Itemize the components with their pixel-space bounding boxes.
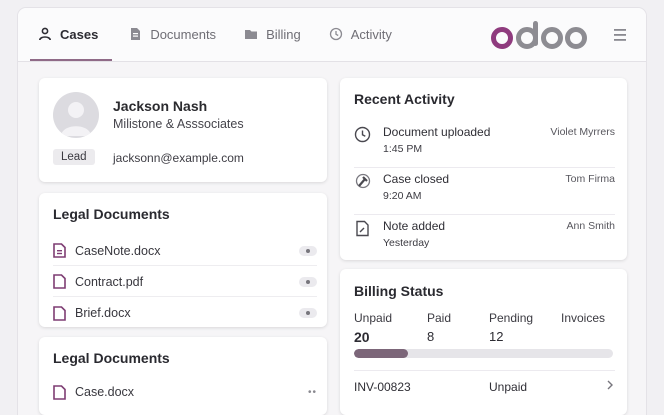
gavel-icon: [355, 173, 371, 189]
odoo-logo[interactable]: [490, 18, 590, 54]
options-toggle[interactable]: [299, 276, 317, 287]
document-icon: [53, 305, 66, 321]
tab-cases[interactable]: Cases: [18, 8, 113, 61]
billing-progress-bar: [354, 349, 613, 358]
billing-paid: Paid 8: [427, 311, 451, 344]
section-title: Legal Documents: [53, 206, 170, 222]
activity-time: Yesterday: [383, 237, 430, 249]
clock-icon: [354, 126, 371, 143]
invoice-row[interactable]: INV-00823 Unpaid: [354, 370, 615, 398]
document-icon: [53, 274, 66, 289]
tab-billing[interactable]: Billing: [230, 8, 315, 60]
more-options-icon[interactable]: ••: [308, 387, 317, 398]
section-title: Legal Documents: [53, 350, 170, 366]
hamburger-menu-icon[interactable]: [610, 24, 632, 46]
billing-unpaid: Unpaid 20: [354, 311, 392, 345]
billing-value: 8: [427, 329, 435, 344]
tab-label: Cases: [60, 26, 99, 42]
activity-title: Case closed: [383, 172, 450, 186]
app-window: Cases Documents Billing Activity Jackson…: [18, 8, 646, 415]
contact-name: Jackson Nash: [113, 98, 208, 114]
folder-icon: [245, 30, 258, 39]
contact-organization: Milistone & Asssociates: [113, 117, 244, 131]
recent-activity-card: Recent Activity Document uploaded 1:45 P…: [340, 78, 627, 260]
tab-label: Activity: [350, 26, 392, 42]
billing-label: Pending: [489, 311, 534, 325]
document-icon: [131, 28, 141, 40]
billing-pending: Pending 12: [489, 311, 533, 344]
options-toggle[interactable]: [299, 308, 317, 318]
activity-title: Document uploaded: [383, 125, 491, 139]
legal-documents-card: Legal Documents Case.docx ••: [39, 337, 327, 415]
user-icon: [39, 27, 51, 41]
list-item[interactable]: Brief.docx: [53, 298, 317, 328]
billing-value: 20: [354, 329, 370, 345]
document-icon: [53, 384, 66, 400]
tab-label: Billing: [266, 26, 301, 42]
activity-user: Tom Firma: [565, 173, 615, 185]
activity-user: Violet Myrrers: [550, 126, 615, 138]
billing-label: Unpaid: [354, 311, 393, 325]
document-name: Contract.pdf: [75, 274, 144, 289]
activity-title: Note added: [383, 219, 446, 233]
progress-fill: [354, 349, 409, 358]
avatar: [53, 92, 99, 138]
options-toggle[interactable]: [299, 245, 317, 256]
invoice-id: INV-00823: [354, 380, 411, 394]
billing-value: 12: [489, 329, 504, 344]
document-name: Brief.docx: [75, 306, 131, 320]
invoice-status: Unpaid: [489, 380, 528, 394]
contact-card[interactable]: Jackson Nash Milistone & Asssociates Lea…: [39, 78, 327, 182]
contact-email[interactable]: jacksonn@example.com: [113, 151, 244, 165]
tab-documents[interactable]: Documents: [112, 8, 230, 60]
activity-item[interactable]: Document uploaded 1:45 PM Violet Myrrers: [354, 122, 615, 168]
document-name: CaseNote.docx: [75, 243, 161, 258]
clock-icon: [329, 27, 342, 41]
billing-invoices[interactable]: Invoices: [561, 311, 605, 329]
document-icon: [53, 243, 66, 258]
billing-label: Paid: [427, 311, 452, 325]
top-navigation: Cases Documents Billing Activity: [18, 8, 646, 62]
document-name: Case.docx: [75, 385, 135, 399]
list-item[interactable]: CaseNote.docx: [53, 236, 317, 266]
activity-user: Ann Smith: [566, 220, 615, 232]
status-badge: Lead: [53, 149, 95, 165]
legal-documents-card: Legal Documents CaseNote.docx Contract.p…: [39, 193, 327, 327]
chevron-right-icon[interactable]: [605, 378, 615, 392]
billing-status-card: Billing Status Unpaid 20 Paid 8 Pending …: [340, 269, 627, 415]
activity-time: 9:20 AM: [383, 190, 422, 202]
note-icon: [356, 220, 369, 237]
activity-item[interactable]: Case closed 9:20 AM Tom Firma: [354, 169, 615, 215]
billing-label: Invoices: [561, 311, 606, 325]
list-item[interactable]: Contract.pdf: [53, 267, 317, 297]
person-placeholder-icon: [61, 102, 91, 136]
list-item[interactable]: Case.docx ••: [53, 377, 317, 407]
activity-time: 1:45 PM: [383, 143, 423, 155]
section-title: Recent Activity: [354, 91, 455, 107]
logo-icon: [491, 21, 587, 49]
section-title: Billing Status: [354, 283, 444, 299]
activity-item[interactable]: Note added Yesterday Ann Smith: [354, 216, 615, 262]
tab-activity[interactable]: Activity: [315, 8, 406, 60]
tab-label: Documents: [150, 26, 217, 42]
